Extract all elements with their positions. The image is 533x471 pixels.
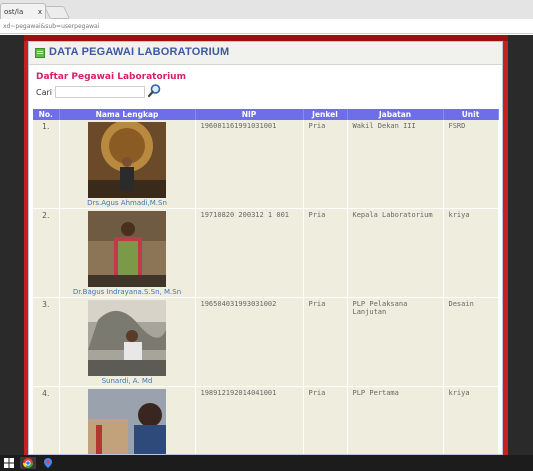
cell-unit: kriya [443,386,499,454]
cell-jabatan: Kepala Laboratorium [347,208,444,298]
employee-name[interactable]: Sunardi, A. Md [61,377,194,385]
col-header-nip[interactable]: NIP [195,109,304,120]
cell-unit: kriya [443,208,499,298]
green-square-icon [35,48,45,58]
col-header-jenkel[interactable]: Jenkel [303,109,348,120]
cell-nama [59,386,196,454]
col-header-jabatan[interactable]: Jabatan [347,109,444,120]
content-panel: DATA PEGAWAI LABORATORIUM Daftar Pegawai… [28,41,503,455]
employee-photo [88,122,166,198]
cell-no: 4. [33,386,60,454]
search-input[interactable] [55,86,145,98]
col-header-nama[interactable]: Nama Lengkap [59,109,196,120]
employee-photo [88,300,166,376]
magnifier-icon[interactable] [147,83,162,98]
cell-jenkel: Pria [303,208,348,298]
page-title: DATA PEGAWAI LABORATORIUM [49,46,230,58]
cell-nama: Sunardi, A. Md [59,297,196,387]
cell-nip: 196001161991031001 [195,120,304,209]
cell-nama: Dr.Bagus Indrayana.S.Sn, M.Sn [59,208,196,298]
cell-unit: Desain [443,297,499,387]
cell-no: 3. [33,297,60,387]
cell-nama: Drs.Agus Ahmadi,M.Sn [59,120,196,209]
cell-nip: 196504031993031002 [195,297,304,387]
browser-tab[interactable]: ost/la x [0,3,46,19]
cell-no: 2. [33,208,60,298]
employee-photo [88,389,166,454]
new-tab-button[interactable] [43,6,71,19]
taskbar [0,455,533,471]
address-bar[interactable]: xd~pegawai&sub=userpegawai [0,19,533,34]
table-row: 2. Dr.Bagus Indrayana.S.Sn, M.Sn 1971082… [33,208,499,298]
cell-jenkel: Pria [303,120,348,209]
employee-table: No. Nama Lengkap NIP Jenkel Jabatan Unit… [33,109,499,454]
cell-nip: 198912192014041001 [195,386,304,454]
cell-jenkel: Pria [303,386,348,454]
table-header-row: No. Nama Lengkap NIP Jenkel Jabatan Unit [33,109,499,120]
employee-photo [88,211,166,287]
maps-pin-icon[interactable] [40,457,56,469]
tab-close-icon[interactable]: x [38,4,42,19]
chrome-icon[interactable] [20,457,36,469]
employee-name[interactable]: Drs.Agus Ahmadi,M.Sn [61,199,194,207]
cell-jabatan: PLP Pelaksana Lanjutan [347,297,444,387]
cell-nip: 19710820 200312 1 001 [195,208,304,298]
col-header-no[interactable]: No. [33,109,60,120]
section-title: Daftar Pegawai Laboratorium [36,72,186,82]
table-row: 4. 198912192014041001 Pria PLP Pertama k… [33,386,499,454]
cell-jabatan: PLP Pertama [347,386,444,454]
cell-jenkel: Pria [303,297,348,387]
cell-no: 1. [33,120,60,209]
panel-header: DATA PEGAWAI LABORATORIUM [29,42,502,65]
left-dark-band [0,35,24,455]
browser-tab-bar: ost/la x [0,0,533,19]
windows-start-icon[interactable] [4,458,14,468]
search-label: Cari [36,88,52,97]
url-text: xd~pegawai&sub=userpegawai [3,23,100,30]
table-row: 1. Drs.Agus Ahmadi,M.Sn 1960011619910310… [33,120,499,209]
employee-name[interactable]: Dr.Bagus Indrayana.S.Sn, M.Sn [61,288,194,296]
col-header-unit[interactable]: Unit [443,109,499,120]
tab-title: ost/la [4,8,24,16]
table-row: 3. Sunardi, A. Md 196504031993031002 Pri… [33,297,499,387]
right-dark-band [508,35,533,455]
cell-unit: FSRD [443,120,499,209]
cell-jabatan: Wakil Dekan III [347,120,444,209]
